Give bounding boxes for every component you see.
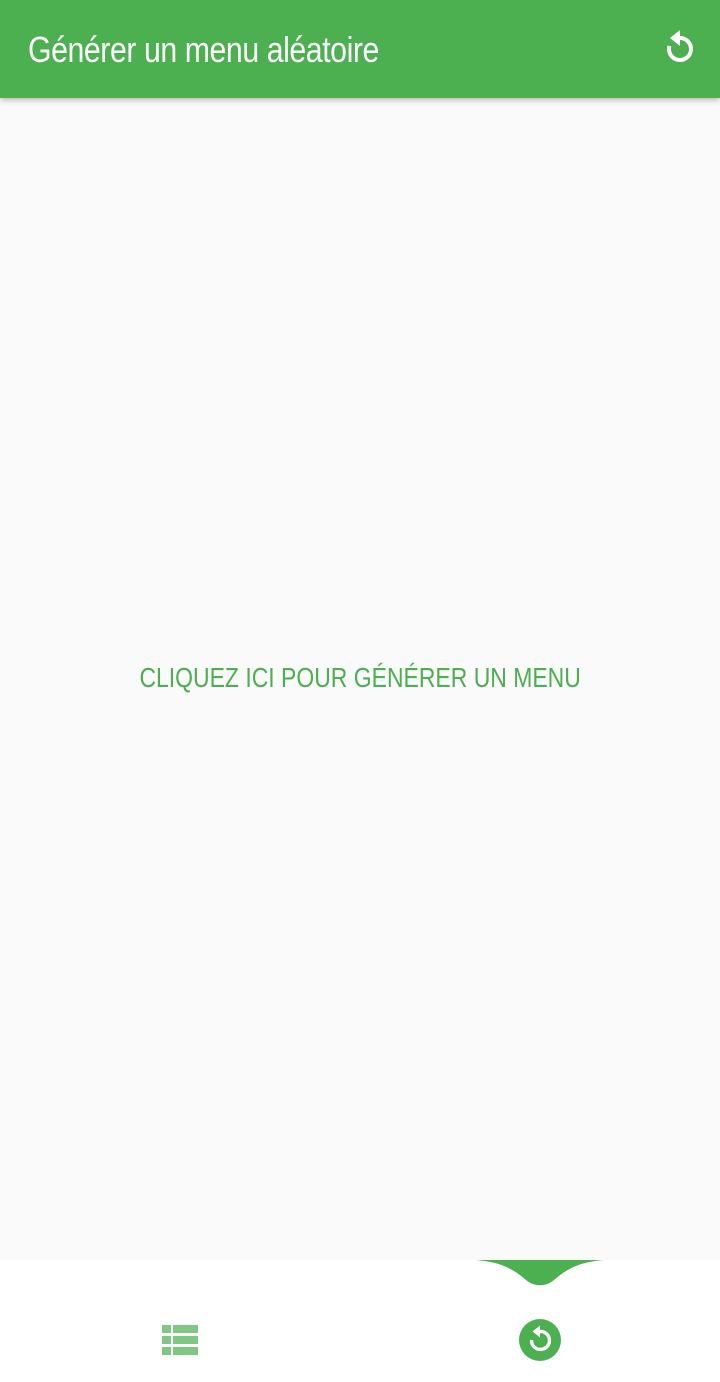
refresh-icon [666,30,693,62]
bottom-navigation [0,1260,720,1382]
list-icon [162,1325,198,1355]
generate-menu-button[interactable]: CLIQUEZ ICI POUR GÉNÉRER UN MENU [0,658,720,698]
page-title: Générer un menu aléatoire [28,29,379,70]
app-bar: Générer un menu aléatoire [0,0,720,98]
refresh-button[interactable] [660,26,700,70]
main-content: CLIQUEZ ICI POUR GÉNÉRER UN MENU [0,98,720,1260]
generate-menu-label: CLIQUEZ ICI POUR GÉNÉRER UN MENU [139,662,581,693]
app-screen: Générer un menu aléatoire CLIQUEZ ICI PO… [0,0,720,1382]
nav-icon-container [162,1325,198,1355]
active-tab-indicator [476,1260,604,1286]
nav-item-menu-list[interactable] [0,1260,360,1382]
refresh-circle-icon [519,1319,561,1361]
nav-icon-container [519,1319,561,1361]
